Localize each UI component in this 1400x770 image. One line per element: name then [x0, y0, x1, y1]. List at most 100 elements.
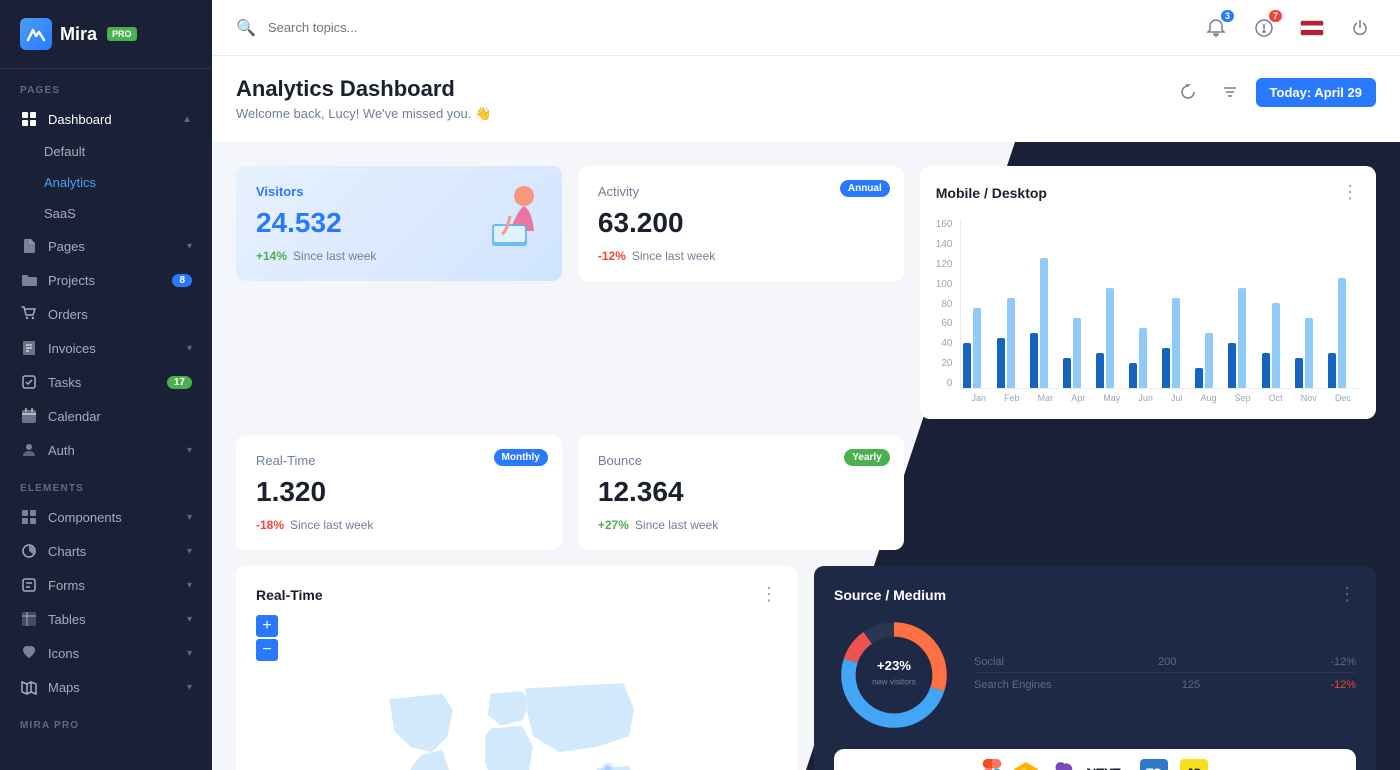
sidebar-item-default[interactable]: Default	[0, 136, 212, 167]
visitors-change: +14%	[256, 249, 287, 263]
bar-aug-dark	[1195, 368, 1203, 388]
sidebar-item-components[interactable]: Components ▾	[0, 500, 212, 534]
sidebar-dashboard-label: Dashboard	[48, 112, 112, 127]
sketch-logo	[1014, 762, 1038, 770]
heart-icon	[20, 644, 38, 662]
chevron-icons-icon: ▾	[187, 648, 192, 659]
search-input[interactable]	[268, 20, 1188, 35]
sidebar-item-charts[interactable]: Charts ▾	[0, 534, 212, 568]
activity-label: Activity	[598, 184, 639, 199]
bounce-badge: Yearly	[844, 449, 889, 466]
realtime-value: 1.320	[256, 476, 542, 508]
sidebar-forms-label: Forms	[48, 578, 85, 593]
sidebar-item-analytics[interactable]: Analytics	[0, 167, 212, 198]
power-button[interactable]	[1344, 12, 1376, 44]
activity-value: 63.200	[598, 207, 884, 239]
pro-badge: PRO	[107, 27, 137, 41]
sidebar-item-tasks[interactable]: Tasks 17	[0, 365, 212, 399]
activity-since: Since last week	[632, 249, 715, 263]
alerts-button[interactable]: 7	[1248, 12, 1280, 44]
bar-aug-light	[1205, 333, 1213, 388]
bar-jul-light	[1172, 298, 1180, 388]
refresh-button[interactable]	[1172, 76, 1204, 108]
realtime-card: Real-Time Monthly 1.320 -18% Since last …	[236, 435, 562, 550]
bar-apr-light	[1073, 318, 1081, 388]
sidebar-item-dashboard[interactable]: Dashboard ▲	[0, 102, 212, 136]
sidebar-item-auth[interactable]: Auth ▾	[0, 433, 212, 467]
chevron-icon: ▲	[182, 114, 192, 125]
sidebar-invoices-label: Invoices	[48, 341, 96, 356]
bar-feb-dark	[997, 338, 1005, 388]
section-label-mira: MIRA PRO	[0, 704, 212, 737]
projects-badge: 8	[172, 274, 192, 287]
bar-oct-dark	[1262, 353, 1270, 388]
sidebar-item-calendar[interactable]: Calendar	[0, 399, 212, 433]
source-medium-card: Source / Medium ⋮	[814, 566, 1376, 770]
logo-icon	[20, 18, 52, 50]
map-zoom-in-button[interactable]: +	[256, 615, 278, 637]
sidebar-components-label: Components	[48, 510, 122, 525]
bar-sep-light	[1238, 288, 1246, 388]
search-engines-label: Search Engines	[974, 679, 1052, 691]
sidebar-analytics-label: Analytics	[44, 175, 96, 190]
today-button[interactable]: Today: April 29	[1256, 78, 1376, 107]
typescript-logo: TS	[1140, 759, 1168, 770]
chevron-tables-icon: ▾	[187, 614, 192, 625]
bounce-card: Bounce Yearly 12.364 +27% Since last wee…	[578, 435, 904, 550]
svg-text:+23%: +23%	[877, 658, 911, 673]
sidebar-calendar-label: Calendar	[48, 409, 101, 424]
bounce-footer: +27% Since last week	[598, 518, 884, 532]
bar-may-light	[1106, 288, 1114, 388]
bar-nov-light	[1305, 318, 1313, 388]
sidebar-item-icons[interactable]: Icons ▾	[0, 636, 212, 670]
search-icon: 🔍	[236, 18, 256, 38]
bar-jan-light	[973, 308, 981, 388]
activity-footer: -12% Since last week	[598, 249, 884, 263]
sidebar-item-maps[interactable]: Maps ▾	[0, 670, 212, 704]
sidebar-item-pages[interactable]: Pages ▾	[0, 229, 212, 263]
bar-nov-dark	[1295, 358, 1303, 388]
map-zoom-out-button[interactable]: −	[256, 639, 278, 661]
redux-logo	[1050, 761, 1074, 770]
bar-dec-light	[1338, 278, 1346, 388]
activity-card: Activity Annual 63.200 -12% Since last w…	[578, 166, 904, 281]
section-label-elements: ELEMENTS	[0, 467, 212, 500]
bar-feb-light	[1007, 298, 1015, 388]
chart-menu-button[interactable]: ⋮	[1341, 182, 1360, 203]
map-menu-button[interactable]: ⋮	[760, 584, 778, 605]
flag-icon	[1300, 20, 1324, 36]
sidebar-pages-label: Pages	[48, 239, 85, 254]
sidebar-item-orders[interactable]: Orders	[0, 297, 212, 331]
world-map-svg	[256, 667, 778, 770]
source-medium-title: Source / Medium	[834, 587, 946, 603]
bar-jun-dark	[1129, 363, 1137, 388]
sidebar-item-saas[interactable]: SaaS	[0, 198, 212, 229]
source-menu-button[interactable]: ⋮	[1338, 584, 1356, 605]
filter-button[interactable]	[1214, 76, 1246, 108]
visitors-since: Since last week	[293, 249, 376, 263]
sidebar-auth-label: Auth	[48, 443, 75, 458]
sidebar-item-invoices[interactable]: Invoices ▾	[0, 331, 212, 365]
topbar-actions: 3 7	[1200, 12, 1376, 44]
sidebar-item-projects[interactable]: Projects 8	[0, 263, 212, 297]
javascript-logo: JS	[1180, 759, 1208, 770]
map-icon	[20, 678, 38, 696]
page-header: Analytics Dashboard Welcome back, Lucy! …	[212, 56, 1400, 142]
forms-icon	[20, 576, 38, 594]
sidebar-projects-label: Projects	[48, 273, 95, 288]
sidebar-item-forms[interactable]: Forms ▾	[0, 568, 212, 602]
sidebar-icons-label: Icons	[48, 646, 79, 661]
main-content: 🔍 3 7	[212, 0, 1400, 770]
sidebar-charts-label: Charts	[48, 544, 86, 559]
bar-jan-dark	[963, 343, 971, 388]
bar-sep-dark	[1228, 343, 1236, 388]
bar-jul-dark	[1162, 348, 1170, 388]
bounce-change: +27%	[598, 518, 629, 532]
notifications-button[interactable]: 3	[1200, 12, 1232, 44]
mobile-desktop-title: Mobile / Desktop	[936, 185, 1047, 201]
bar-jun-light	[1139, 328, 1147, 388]
language-button[interactable]	[1296, 12, 1328, 44]
section-label-pages: PAGES	[0, 69, 212, 102]
sidebar-item-tables[interactable]: Tables ▾	[0, 602, 212, 636]
bar-apr-dark	[1063, 358, 1071, 388]
